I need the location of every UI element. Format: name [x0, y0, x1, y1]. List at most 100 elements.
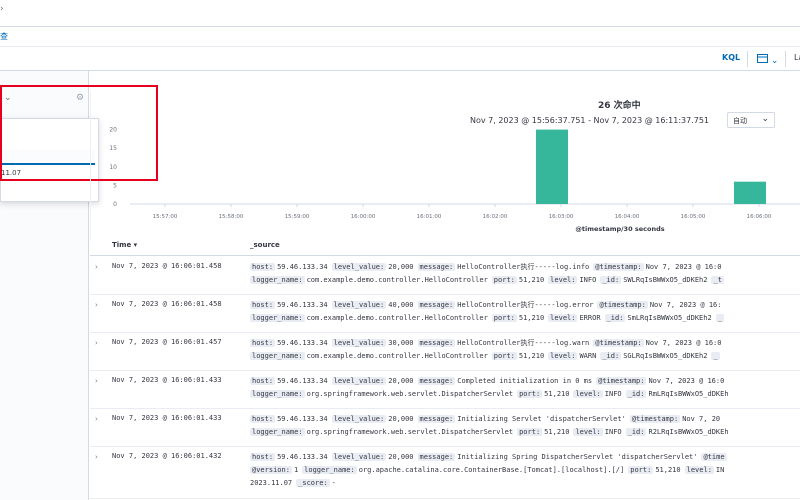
- row-source: host: 59.46.133.34 level_value: 30,000 messa…: [250, 337, 800, 363]
- field-key: _id:: [600, 352, 622, 360]
- expand-row-icon[interactable]: ›: [95, 301, 98, 309]
- x-tick-label: 16:06:00: [747, 214, 772, 220]
- row-timestamp: Nov 7, 2023 @ 16:06:01.458: [112, 300, 222, 308]
- time-column-header[interactable]: Time ▾: [112, 241, 137, 249]
- field-key: _id:: [625, 428, 647, 436]
- expand-row-icon[interactable]: ›: [95, 339, 98, 347]
- inspect-link[interactable]: 查: [0, 31, 8, 42]
- source-line: host: 59.46.133.34 level_value: 40,000 messa…: [250, 299, 800, 312]
- source-line: 2023.11.07 _score: -: [250, 477, 800, 490]
- field-key: level_value:: [331, 301, 387, 309]
- source-line: logger_name: org.springframework.web.serv…: [250, 388, 800, 401]
- field-value: 40,000: [388, 301, 414, 309]
- sort-icon: ▾: [133, 241, 138, 249]
- field-value: HelloController执行-----log.info: [457, 263, 590, 271]
- field-key: logger_name:: [250, 314, 305, 322]
- x-axis-label: @timestamp/30 seconds: [575, 225, 664, 233]
- field-key: level:: [573, 428, 603, 436]
- field-key: level:: [548, 314, 578, 322]
- query-bar-divider: [747, 51, 748, 67]
- source-line: logger_name: com.example.demo.controller.…: [250, 274, 800, 287]
- field-value: 20,000: [388, 453, 414, 461]
- field-key: host:: [250, 339, 276, 347]
- field-key: port:: [491, 352, 517, 360]
- field-value: SmLRqIsBWWxO5_dDKEh2: [627, 314, 712, 322]
- field-key: port:: [491, 314, 517, 322]
- document-table: › Nov 7, 2023 @ 16:06:01.458 host: 59.46.13…: [90, 257, 800, 499]
- table-row[interactable]: › Nov 7, 2023 @ 16:06:01.458 host: 59.46.13…: [90, 257, 800, 295]
- expand-row-icon[interactable]: ›: [95, 415, 98, 423]
- row-source: host: 59.46.133.34 level_value: 20,000 messa…: [250, 375, 800, 401]
- row-timestamp: Nov 7, 2023 @ 16:06:01.457: [112, 338, 222, 346]
- source-line: @version: 1 logger_name: org.apache.catalin…: [250, 464, 800, 477]
- x-tick-label: 16:01:00: [417, 214, 442, 220]
- source-line: host: 59.46.133.34 level_value: 20,000 messa…: [250, 413, 800, 426]
- field-value: Nov 7, 2023 @ 16:0: [648, 377, 725, 385]
- field-value: INFO: [579, 276, 597, 284]
- y-tick-label: 20: [109, 127, 117, 134]
- source-line: host: 59.46.133.34 level_value: 30,000 messa…: [250, 337, 800, 350]
- field-key: @timestamp:: [593, 263, 644, 271]
- field-key: @time: [701, 453, 727, 461]
- field-key: logger_name:: [250, 352, 305, 360]
- source-line: host: 59.46.133.34 level_value: 20,000 messa…: [250, 375, 800, 388]
- field-value: ERROR: [579, 314, 601, 322]
- chevron-icon[interactable]: ›: [0, 4, 4, 14]
- expand-row-icon[interactable]: ›: [95, 263, 98, 271]
- field-key: port:: [517, 390, 543, 398]
- field-key: level:: [548, 276, 578, 284]
- field-key: message:: [417, 453, 456, 461]
- field-value: RmLRqIsBWWxO5_dDKEh: [648, 390, 729, 398]
- field-value: SGLRqIsBWWxO5_dDKEh2: [623, 352, 708, 360]
- y-tick-label: 0: [113, 201, 117, 208]
- y-tick-label: 10: [109, 164, 117, 171]
- source-line: host: 59.46.133.34 level_value: 20,000 messa…: [250, 451, 800, 464]
- table-row[interactable]: › Nov 7, 2023 @ 16:06:01.433 host: 59.46.13…: [90, 409, 800, 447]
- row-source: host: 59.46.133.34 level_value: 20,000 messa…: [250, 261, 800, 287]
- kql-toggle-button[interactable]: KQL: [722, 53, 740, 62]
- expand-row-icon[interactable]: ›: [95, 377, 98, 385]
- field-value: 2023.11.07: [250, 479, 293, 487]
- table-row[interactable]: › Nov 7, 2023 @ 16:06:01.457 host: 59.46.13…: [90, 333, 800, 371]
- field-key: _id:: [600, 276, 622, 284]
- field-key: _t: [711, 276, 724, 284]
- field-key: port:: [628, 466, 654, 474]
- time-header-label: Time: [112, 241, 132, 249]
- row-timestamp: Nov 7, 2023 @ 16:06:01.458: [112, 262, 222, 270]
- field-value: 20,000: [388, 377, 414, 385]
- source-line: logger_name: com.example.demo.controller.…: [250, 312, 800, 325]
- field-value: Initializing Servlet 'dispatcherServlet': [457, 415, 626, 423]
- top-nav-bar: ›: [0, 0, 800, 27]
- chevron-down-icon: ⌄: [770, 56, 779, 66]
- row-source: host: 59.46.133.34 level_value: 20,000 messa…: [250, 451, 800, 490]
- expand-row-icon[interactable]: ›: [95, 453, 98, 461]
- source-column-header: _source: [250, 241, 280, 249]
- date-picker-button[interactable]: ⌄: [757, 53, 778, 66]
- x-tick-label: 16:02:00: [483, 214, 508, 220]
- field-value: 59.46.133.34: [277, 453, 328, 461]
- field-key: host:: [250, 415, 276, 423]
- field-key: host:: [250, 453, 276, 461]
- field-value: -: [331, 479, 336, 487]
- field-key: message:: [417, 301, 456, 309]
- field-key: _id:: [625, 390, 647, 398]
- field-value: 51,210: [518, 314, 545, 322]
- sub-nav-bar: 查: [0, 27, 800, 47]
- query-bar-divider-2: [785, 51, 786, 67]
- table-row[interactable]: › Nov 7, 2023 @ 16:06:01.432 host: 59.46.13…: [90, 447, 800, 499]
- field-key: @timestamp:: [593, 339, 644, 347]
- calendar-icon: [757, 54, 768, 63]
- quick-select-label[interactable]: La: [794, 53, 800, 62]
- table-row[interactable]: › Nov 7, 2023 @ 16:06:01.458 host: 59.46.13…: [90, 295, 800, 333]
- field-key: logger_name:: [302, 466, 357, 474]
- row-timestamp: Nov 7, 2023 @ 16:06:01.433: [112, 414, 222, 422]
- field-value: 51,210: [544, 390, 570, 398]
- field-key: level_value:: [331, 263, 387, 271]
- table-row[interactable]: › Nov 7, 2023 @ 16:06:01.433 host: 59.46.13…: [90, 371, 800, 409]
- field-key: @timestamp:: [629, 415, 681, 423]
- kibana-discover-page: › 查 KQL ⌄ La ⌄ ⚙ 11.07 26 次命中 Nov 7, 202…: [0, 0, 800, 500]
- field-value: HelloController执行-----log.error: [457, 301, 594, 309]
- field-key: level_value:: [331, 377, 387, 385]
- field-value: com.example.demo.controller.HelloControl…: [306, 276, 488, 284]
- field-key: level:: [684, 466, 714, 474]
